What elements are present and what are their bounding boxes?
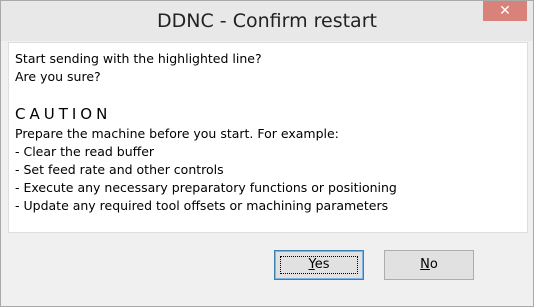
message-panel: Start sending with the highlighted line?… [8,42,528,233]
caution-intro: Prepare the machine before you start. Fo… [15,126,339,141]
confirmation-text: Are you sure? [15,69,101,84]
confirm-restart-dialog: DDNC - Confirm restart ✕ Start sending w… [0,0,534,307]
close-icon: ✕ [499,3,511,19]
title-bar[interactable]: DDNC - Confirm restart ✕ [1,1,533,41]
caution-heading: CAUTION [15,105,112,123]
yes-button[interactable]: Yes [274,250,364,280]
caution-item: - Clear the read buffer [15,144,155,159]
no-button[interactable]: No [384,250,474,280]
no-button-label: No [420,257,438,272]
yes-button-label: Yes [308,257,330,272]
window-title: DDNC - Confirm restart [157,10,377,32]
close-button[interactable]: ✕ [483,1,527,21]
caution-item: - Execute any necessary preparatory func… [15,180,397,195]
caution-item: - Update any required tool offsets or ma… [15,198,389,213]
question-text: Start sending with the highlighted line? [15,51,262,66]
caution-item: - Set feed rate and other controls [15,162,224,177]
